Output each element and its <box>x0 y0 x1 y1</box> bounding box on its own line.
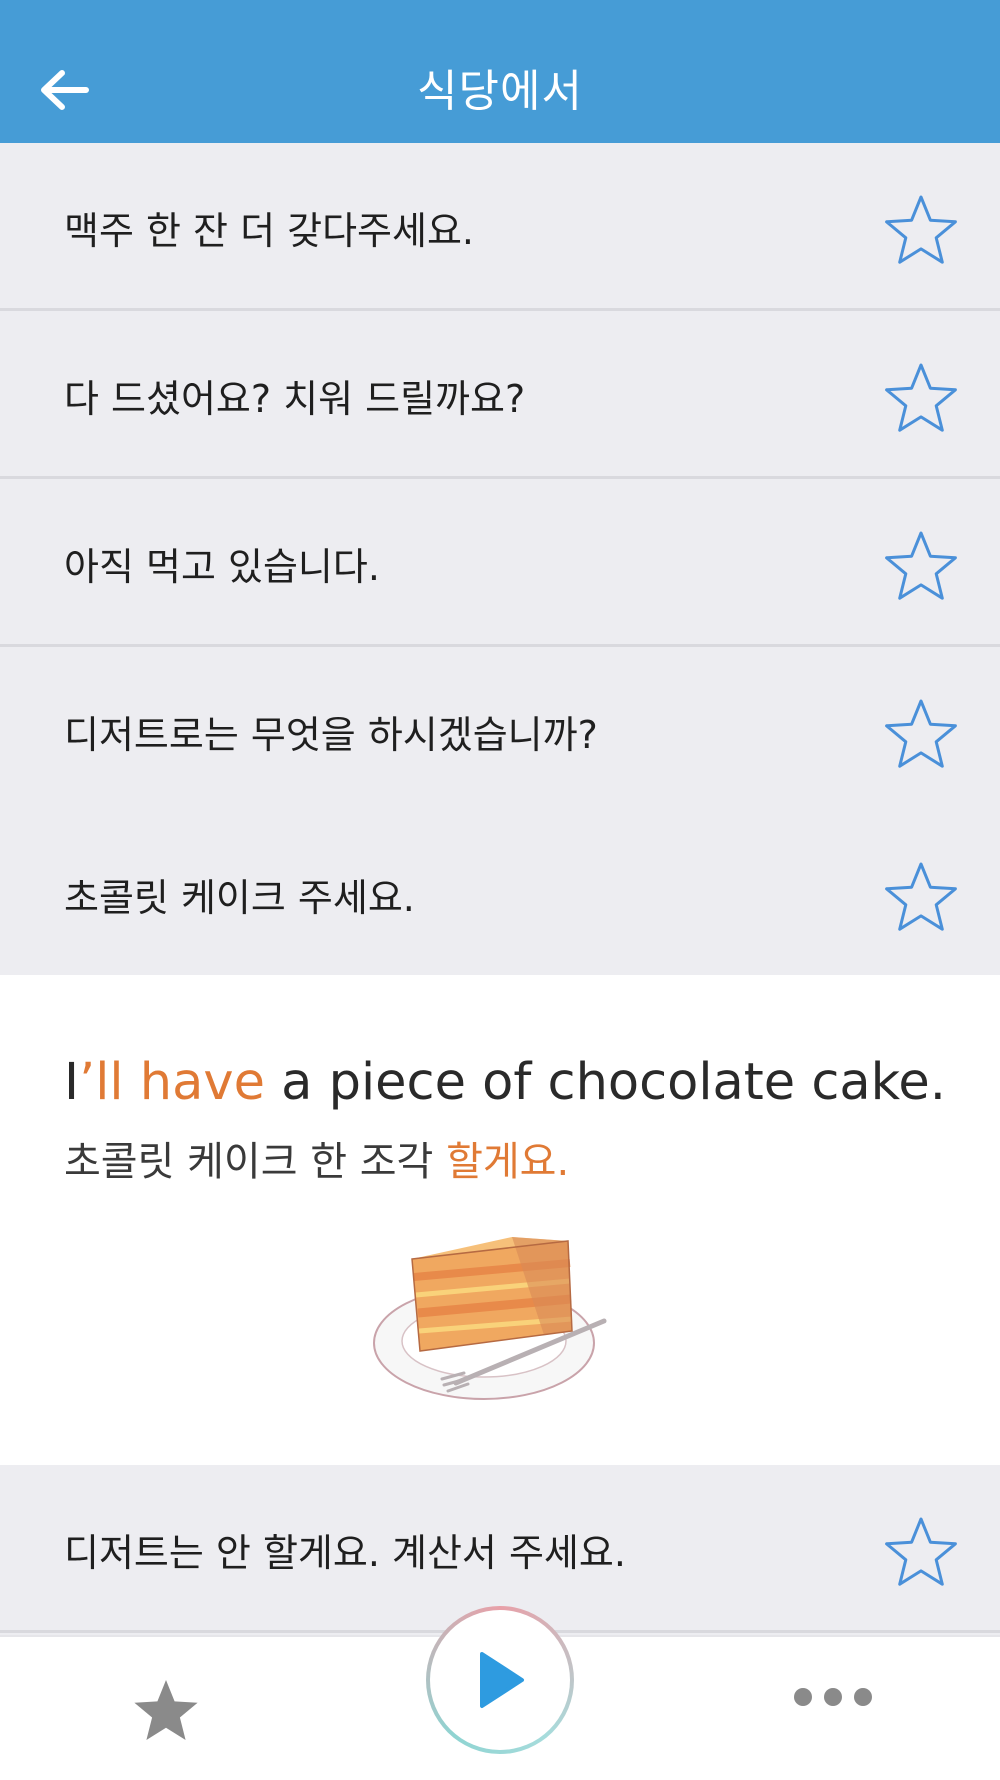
phrase-text: 다 드셨어요? 치워 드릴까요? <box>64 376 526 421</box>
phrase-row[interactable]: 다 드셨어요? 치워 드릴까요? <box>0 311 1000 479</box>
english-rest: a piece of chocolate cake. <box>264 1053 946 1112</box>
phrase-text: 디저트로는 무엇을 하시겠습니까? <box>64 712 598 757</box>
star-icon[interactable] <box>884 361 958 435</box>
play-button-inner <box>430 1610 570 1750</box>
english-prefix: I <box>64 1053 80 1112</box>
phrase-row[interactable]: 디저트로는 무엇을 하시겠습니까? <box>0 647 1000 815</box>
phrase-text: 맥주 한 잔 더 갖다주세요. <box>64 208 474 253</box>
star-icon[interactable] <box>884 1515 958 1589</box>
english-highlight: ’ll have <box>79 1053 265 1112</box>
english-sentence: I’ll have a piece of chocolate cake. <box>64 1053 946 1112</box>
cake-illustration <box>373 1237 607 1400</box>
korean-highlight: 할게요. <box>446 1139 570 1185</box>
phrase-text: 디저트는 안 할게요. 계산서 주세요. <box>64 1530 626 1575</box>
arrow-left-icon <box>41 70 89 110</box>
star-icon[interactable] <box>884 697 958 771</box>
star-filled-icon[interactable] <box>132 1677 200 1745</box>
star-icon[interactable] <box>884 529 958 603</box>
app-header: 식당에서 <box>0 0 1000 143</box>
phrase-row[interactable]: 맥주 한 잔 더 갖다주세요. <box>0 143 1000 311</box>
play-button[interactable] <box>426 1606 574 1754</box>
play-icon <box>480 1652 524 1708</box>
translation-panel: I’ll have a piece of chocolate cake. 초콜릿… <box>0 975 1000 1465</box>
star-icon[interactable] <box>884 860 958 934</box>
phrase-text: 초콜릿 케이크 주세요. <box>64 875 415 920</box>
phrase-text: 아직 먹고 있습니다. <box>64 544 380 589</box>
star-icon[interactable] <box>884 193 958 267</box>
more-dots-icon[interactable] <box>790 1677 876 1717</box>
phrase-row[interactable]: 아직 먹고 있습니다. <box>0 479 1000 647</box>
back-button[interactable] <box>34 55 94 125</box>
korean-rest: 초콜릿 케이크 한 조각 <box>64 1139 447 1185</box>
phrase-row-selected[interactable]: 초콜릿 케이크 주세요. <box>0 810 1000 978</box>
korean-sentence: 초콜릿 케이크 한 조각 할게요. <box>64 1129 569 1187</box>
